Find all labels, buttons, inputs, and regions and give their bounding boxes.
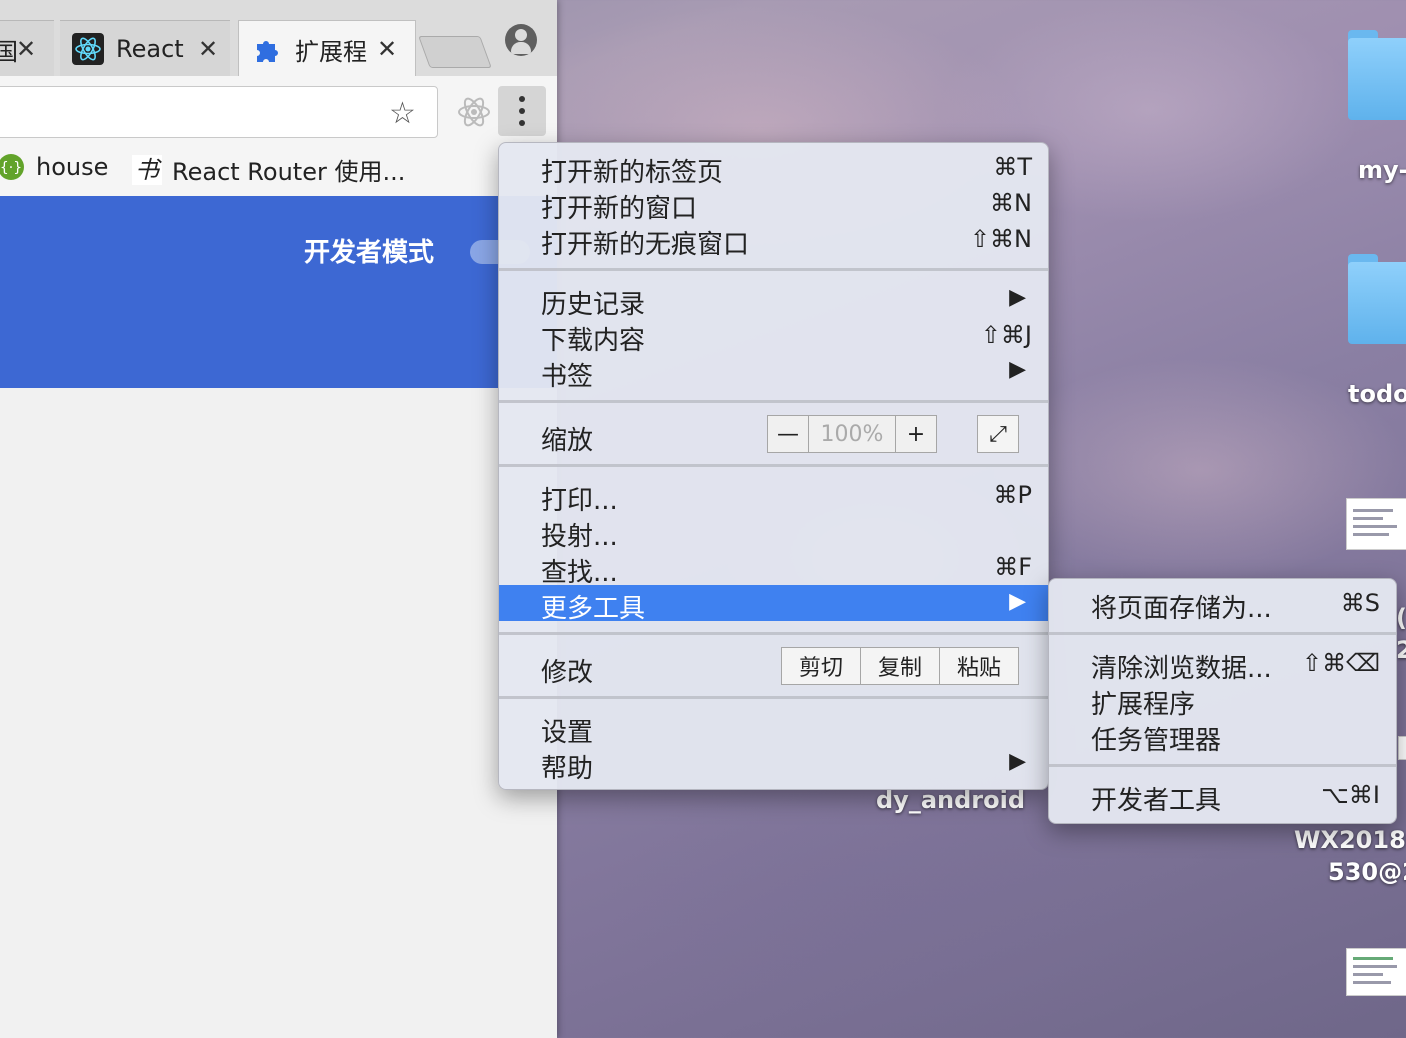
submenu-arrow-icon: ▶ — [1009, 357, 1026, 382]
browser-window: 国 ✕ React ✕ 扩展程 ✕ ☆ {·} house 书 React Ro… — [0, 0, 557, 1038]
tab-extensions[interactable]: 扩展程 ✕ — [238, 20, 416, 77]
address-bar[interactable]: ☆ — [0, 86, 438, 138]
submenu-arrow-icon: ▶ — [1009, 589, 1026, 614]
submenu-item-devtools[interactable]: 开发者工具 ⌥⌘I — [1049, 777, 1396, 816]
submenu-item-save-page[interactable]: 将页面存储为... ⌘S — [1049, 585, 1396, 624]
menu-item-downloads[interactable]: 下载内容 ⇧⌘J — [499, 317, 1048, 356]
zoom-out-button[interactable]: — — [768, 416, 809, 452]
close-icon[interactable]: ✕ — [16, 35, 36, 63]
menu-item-help[interactable]: 帮助 ▶ — [499, 745, 1048, 784]
screenshot-thumbnail[interactable] — [1398, 736, 1406, 760]
submenu-arrow-icon: ▶ — [1009, 749, 1026, 774]
react-devtools-icon[interactable] — [456, 94, 492, 130]
star-icon[interactable]: ☆ — [389, 99, 416, 129]
tab-label: 扩展程 — [295, 37, 367, 66]
menu-item-new-tab[interactable]: 打开新的标签页 ⌘T — [499, 149, 1048, 188]
desktop-label-dy-android[interactable]: dy_android — [876, 786, 1025, 814]
edit-actions: 剪切 复制 粘贴 — [781, 647, 1019, 685]
menu-item-new-window[interactable]: 打开新的窗口 ⌘N — [499, 185, 1048, 224]
submenu-item-task-manager[interactable]: 任务管理器 — [1049, 717, 1396, 756]
desktop-label-wx[interactable]: WX20180 — [1294, 826, 1406, 854]
menu-item-more-tools[interactable]: 更多工具 ▶ — [499, 585, 1048, 624]
tab-partial[interactable]: 国 ✕ — [0, 20, 54, 77]
fullscreen-icon[interactable]: ⤢ — [977, 415, 1019, 453]
desktop-label-todo[interactable]: todo — [1348, 380, 1406, 408]
menu-separator — [499, 632, 1048, 635]
bookmarks-bar: {·} house 书 React Router 使用... — [0, 142, 557, 197]
bookmark-label: house — [36, 153, 109, 181]
puzzle-green-icon: {·} — [0, 154, 24, 180]
menu-item-bookmarks[interactable]: 书签 ▶ — [499, 353, 1048, 392]
menu-item-incognito[interactable]: 打开新的无痕窗口 ⇧⌘N — [499, 221, 1048, 260]
close-icon[interactable]: ✕ — [198, 35, 218, 63]
desktop-fragment: 2 — [1396, 636, 1406, 664]
menu-separator — [1049, 764, 1396, 767]
menu-item-history[interactable]: 历史记录 ▶ — [499, 281, 1048, 320]
zoom-in-button[interactable]: + — [896, 416, 936, 452]
react-icon — [72, 33, 104, 65]
bookmark-react-router[interactable]: 书 React Router 使用... — [132, 152, 405, 187]
close-icon[interactable]: ✕ — [377, 35, 397, 63]
bookmark-house[interactable]: {·} house — [0, 152, 108, 182]
desktop-label-wx2[interactable]: 530@2 — [1328, 858, 1406, 886]
dev-mode-label: 开发者模式 — [304, 238, 435, 268]
puzzle-icon — [257, 41, 278, 62]
tab-label: React — [116, 35, 184, 63]
menu-item-find[interactable]: 查找... ⌘F — [499, 549, 1048, 588]
paste-button[interactable]: 粘贴 — [940, 648, 1018, 684]
menu-item-cast[interactable]: 投射... — [499, 513, 1048, 552]
submenu-item-clear-data[interactable]: 清除浏览数据... ⇧⌘⌫ — [1049, 645, 1396, 684]
copy-button[interactable]: 复制 — [861, 648, 940, 684]
tab-strip: 国 ✕ React ✕ 扩展程 ✕ — [0, 0, 557, 77]
menu-separator — [499, 464, 1048, 467]
tab-react[interactable]: React ✕ — [60, 20, 230, 77]
cut-button[interactable]: 剪切 — [782, 648, 861, 684]
zoom-control: — 100% + — [767, 415, 937, 453]
desktop-fragment: ( — [1396, 604, 1406, 632]
folder-icon[interactable] — [1348, 254, 1406, 344]
page-content — [0, 388, 557, 1038]
menu-separator — [499, 400, 1048, 403]
profile-icon[interactable] — [505, 24, 537, 56]
menu-item-settings[interactable]: 设置 — [499, 709, 1048, 748]
menu-item-print[interactable]: 打印... ⌘P — [499, 477, 1048, 516]
bookmark-label: React Router 使用... — [172, 158, 406, 186]
menu-separator — [499, 268, 1048, 271]
desktop-label-my[interactable]: my- — [1358, 156, 1406, 184]
submenu-arrow-icon: ▶ — [1009, 285, 1026, 310]
screenshot-thumbnail[interactable] — [1346, 498, 1406, 550]
menu-button[interactable] — [498, 86, 546, 136]
svg-text:{·}: {·} — [0, 160, 22, 176]
calligraphy-icon: 书 — [132, 154, 162, 185]
menu-separator — [499, 696, 1048, 699]
zoom-level: 100% — [809, 416, 896, 452]
screenshot-thumbnail[interactable] — [1346, 948, 1406, 996]
folder-icon[interactable] — [1348, 30, 1406, 120]
submenu-item-extensions[interactable]: 扩展程序 — [1049, 681, 1396, 720]
extensions-header: 开发者模式 — [0, 196, 557, 388]
menu-separator — [1049, 632, 1396, 635]
new-tab-button[interactable] — [418, 36, 492, 68]
more-tools-submenu: 将页面存储为... ⌘S 清除浏览数据... ⇧⌘⌫ 扩展程序 任务管理器 开发者工… — [1048, 578, 1397, 824]
chrome-main-menu: 打开新的标签页 ⌘T 打开新的窗口 ⌘N 打开新的无痕窗口 ⇧⌘N 历史记录 ▶ 下载内… — [498, 142, 1049, 790]
